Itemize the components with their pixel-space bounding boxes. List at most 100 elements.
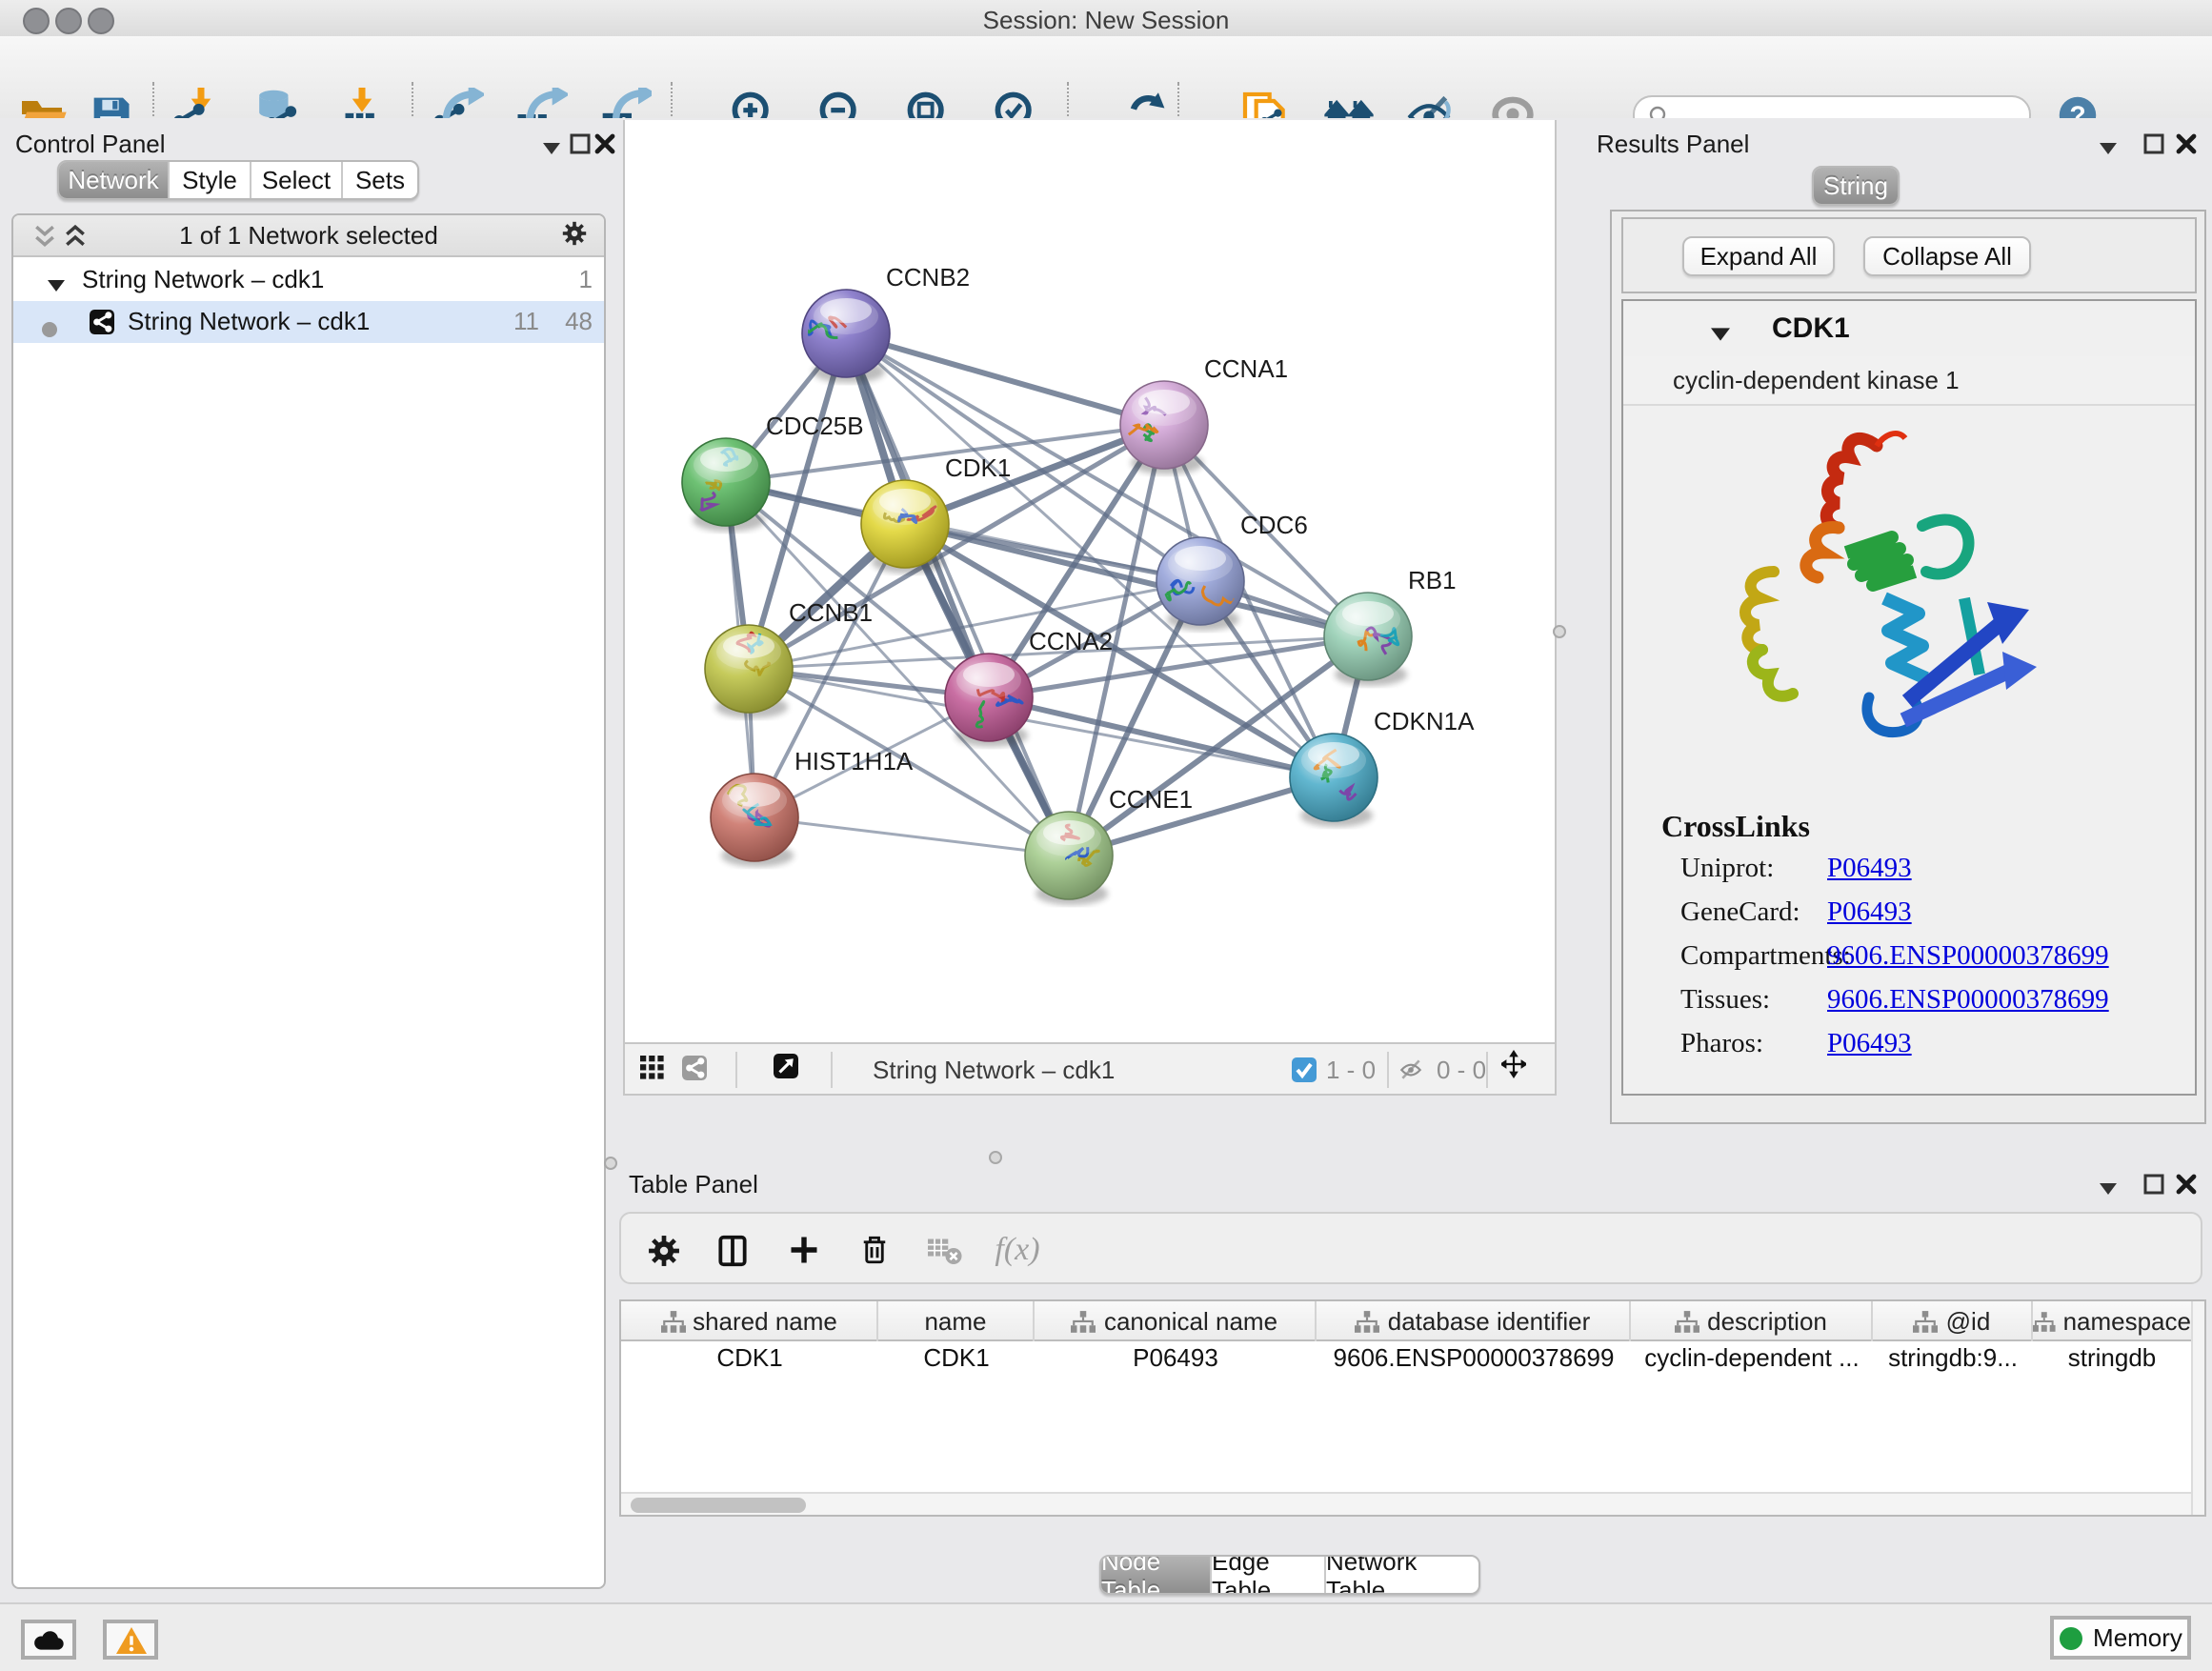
selected-node-edge-counts: 1 - 0 <box>1326 1056 1376 1084</box>
crosslink-label: Pharos: <box>1680 1029 1763 1061</box>
toolbar-separator <box>831 1052 833 1088</box>
network-overview-icon[interactable] <box>682 1056 707 1080</box>
cell-shared-name[interactable]: CDK1 <box>621 1341 878 1374</box>
results-panel-close-icon[interactable] <box>2174 131 2199 156</box>
birdseye-toggle-icon[interactable] <box>774 1054 798 1078</box>
node-label-CCNB2: CCNB2 <box>886 263 970 292</box>
network-graph[interactable]: CCNB2CCNA1CDC25BCDK1CDC6RB1CCNB1CCNA2CDK… <box>625 120 1555 1042</box>
results-panel-menu-icon[interactable] <box>2096 135 2121 160</box>
crosslink-pharos-link[interactable]: P06493 <box>1827 1029 1912 1061</box>
node-label-CDKN1A: CDKN1A <box>1374 707 1475 735</box>
column-header-database-identifier[interactable]: database identifier <box>1317 1301 1631 1341</box>
warning-icon <box>115 1626 146 1653</box>
crosslink-label: Compartments: <box>1680 941 1851 974</box>
network-view[interactable]: CCNB2CCNA1CDC25BCDK1CDC6RB1CCNB1CCNA2CDK… <box>623 120 1557 1096</box>
table-add-column-icon[interactable] <box>781 1227 827 1273</box>
tab-node-table[interactable]: Node Table <box>1101 1557 1212 1593</box>
window-title: Session: New Session <box>0 5 2212 33</box>
crosslink-label: GeneCard: <box>1680 897 1800 930</box>
cell-id[interactable]: stringdb:9... <box>1873 1341 2033 1374</box>
node-table: shared name name canonical name database… <box>619 1299 2206 1517</box>
network-row-selected[interactable]: String Network – cdk1 11 48 <box>13 301 604 343</box>
crosslink-compartments-link[interactable]: 9606.ENSP00000378699 <box>1827 941 2109 974</box>
tab-select[interactable]: Select <box>251 162 343 198</box>
entry-name: CDK1 <box>1772 312 1850 345</box>
crosslink-label: Tissues: <box>1680 985 1770 1017</box>
table-delete-column-icon[interactable] <box>852 1227 897 1273</box>
network-edge-count: 48 <box>554 307 593 335</box>
bottom-splitter-handle[interactable] <box>989 1151 1002 1164</box>
table-vertical-scrollbar[interactable] <box>2191 1301 2204 1515</box>
scrollbar-thumb[interactable] <box>631 1498 806 1513</box>
grid-view-icon[interactable] <box>640 1056 665 1080</box>
toolbar-separator <box>1387 1052 1389 1088</box>
table-panel-float-icon[interactable] <box>2142 1172 2166 1197</box>
entry-description-row: cyclin-dependent kinase 1 <box>1623 356 2195 406</box>
table-panel-tabs: Node Table Edge Table Network Table <box>1099 1555 1480 1595</box>
tab-network-table[interactable]: Network Table <box>1326 1557 1478 1593</box>
column-header-name[interactable]: name <box>878 1301 1035 1341</box>
network-list-panel: 1 of 1 Network selected String Network –… <box>11 213 606 1589</box>
result-entry-header[interactable]: CDK1 <box>1623 301 2195 358</box>
crosslink-genecard-link[interactable]: P06493 <box>1827 897 1912 930</box>
memory-button[interactable]: Memory <box>2050 1616 2191 1660</box>
tab-string[interactable]: String <box>1814 168 1898 204</box>
table-toolbar: f(x) <box>619 1212 2202 1284</box>
entry-collapse-icon[interactable] <box>1707 322 1732 347</box>
table-panel-menu-icon[interactable] <box>2096 1176 2121 1200</box>
cell-database-identifier[interactable]: 9606.ENSP00000378699 <box>1317 1341 1631 1374</box>
expand-all-button[interactable]: Expand All <box>1682 236 1835 276</box>
node-label-CDK1: CDK1 <box>945 453 1011 482</box>
tab-style[interactable]: Style <box>170 162 251 198</box>
table-horizontal-scrollbar[interactable] <box>621 1492 2191 1515</box>
title-bar: Session: New Session <box>0 0 2212 38</box>
network-list-gear-icon[interactable] <box>562 220 587 245</box>
column-header-description[interactable]: description <box>1631 1301 1873 1341</box>
hidden-eye-slash-icon[interactable] <box>1398 1056 1423 1080</box>
tab-network[interactable]: Network <box>59 162 170 198</box>
results-panel-float-icon[interactable] <box>2142 131 2166 156</box>
table-delete-table-icon <box>922 1227 968 1273</box>
status-bar: Memory <box>0 1602 2212 1671</box>
cloud-status-button[interactable] <box>21 1620 76 1660</box>
network-view-title: String Network – cdk1 <box>873 1056 1115 1084</box>
table-columns-icon[interactable] <box>709 1227 754 1273</box>
collection-label: String Network – cdk1 <box>82 265 324 293</box>
cell-name[interactable]: CDK1 <box>878 1341 1035 1374</box>
pan-crosshair-icon[interactable] <box>1501 1052 1526 1077</box>
warning-status-button[interactable] <box>103 1620 158 1660</box>
right-splitter-handle[interactable] <box>1553 625 1566 638</box>
left-splitter-handle[interactable] <box>604 1157 617 1170</box>
toolbar-separator <box>1486 1052 1488 1088</box>
column-header-canonical-name[interactable]: canonical name <box>1035 1301 1317 1341</box>
cell-description[interactable]: cyclin-dependent ... <box>1631 1341 1873 1374</box>
crosslink-label: Uniprot: <box>1680 854 1774 886</box>
node-label-CCNA1: CCNA1 <box>1204 354 1288 383</box>
column-header-namespace[interactable]: namespace <box>2033 1301 2191 1341</box>
table-panel-close-icon[interactable] <box>2174 1172 2199 1197</box>
network-bullet-icon <box>36 316 61 341</box>
cell-namespace[interactable]: stringdb <box>2033 1341 2191 1374</box>
tab-edge-table[interactable]: Edge Table <box>1212 1557 1326 1593</box>
network-selection-status: 1 of 1 Network selected <box>13 221 604 250</box>
results-panel-title: Results Panel <box>1597 130 1749 158</box>
table-gear-icon[interactable] <box>640 1227 686 1273</box>
selected-checkbox-icon[interactable] <box>1292 1057 1317 1082</box>
column-header-id[interactable]: @id <box>1873 1301 2033 1341</box>
network-collection-row[interactable]: String Network – cdk1 1 <box>13 259 604 301</box>
crosslink-uniprot-link[interactable]: P06493 <box>1827 854 1912 886</box>
control-panel-float-icon[interactable] <box>568 131 593 156</box>
application-window: Session: New Session ? Control Panel <box>0 0 2212 1671</box>
control-panel-menu-icon[interactable] <box>539 135 564 160</box>
collapse-all-button[interactable]: Collapse All <box>1863 236 2031 276</box>
control-panel-close-icon[interactable] <box>593 131 617 156</box>
entry-description: cyclin-dependent kinase 1 <box>1673 366 1960 394</box>
collection-expand-icon[interactable] <box>44 272 69 297</box>
crosslink-tissues-link[interactable]: 9606.ENSP00000378699 <box>1827 985 2109 1017</box>
column-header-shared-name[interactable]: shared name <box>621 1301 878 1341</box>
table-row[interactable]: CDK1 CDK1 P06493 9606.ENSP00000378699 cy… <box>621 1341 2191 1374</box>
node-label-HIST1H1A: HIST1H1A <box>794 747 914 775</box>
tab-sets[interactable]: Sets <box>343 162 417 198</box>
cell-canonical-name[interactable]: P06493 <box>1035 1341 1317 1374</box>
table-panel-title: Table Panel <box>629 1170 758 1198</box>
